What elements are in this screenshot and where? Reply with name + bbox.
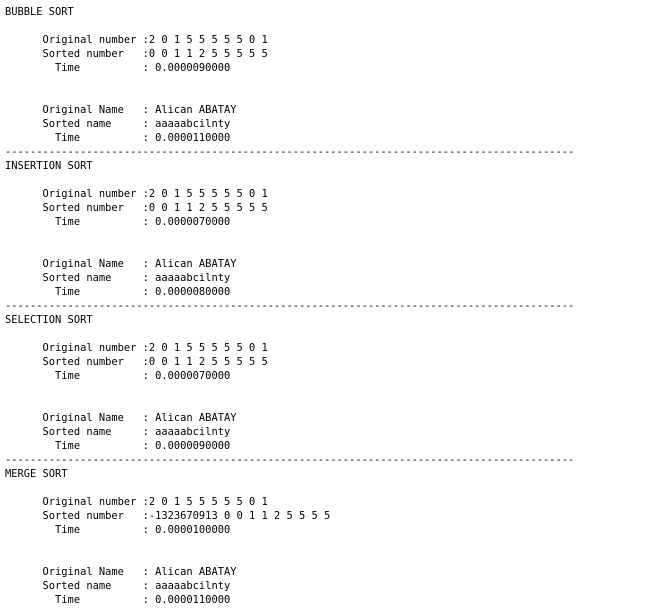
console-line: Sorted number :0 0 1 1 2 5 5 5 5 5: [5, 48, 268, 60]
console-line: Time : 0.0000090000: [5, 62, 231, 74]
console-line: Original Name : Alican ABATAY: [5, 412, 237, 424]
console-line: Original Name : Alican ABATAY: [5, 104, 237, 116]
console-line: Original Name : Alican ABATAY: [5, 258, 237, 270]
section-heading: INSERTION SORT: [5, 160, 93, 172]
console-line: Sorted name : aaaaabcilnty: [5, 118, 231, 130]
console-line: Time : 0.0000070000: [5, 370, 231, 382]
console-line: Sorted name : aaaaabcilnty: [5, 272, 231, 284]
console-line: Time : 0.0000110000: [5, 132, 231, 144]
console-line: Time : 0.0000110000: [5, 594, 231, 606]
section-heading: SELECTION SORT: [5, 314, 93, 326]
console-line: Original number :2 0 1 5 5 5 5 5 0 1: [5, 496, 268, 508]
console-line: Original number :2 0 1 5 5 5 5 5 0 1: [5, 188, 268, 200]
console-line: Sorted number :0 0 1 1 2 5 5 5 5 5: [5, 202, 268, 214]
section-heading: MERGE SORT: [5, 468, 68, 480]
section-heading: BUBBLE SORT: [5, 6, 74, 18]
console-line: Sorted number :0 0 1 1 2 5 5 5 5 5: [5, 356, 268, 368]
console-line: Time : 0.0000080000: [5, 286, 231, 298]
console-line: Original number :2 0 1 5 5 5 5 5 0 1: [5, 342, 268, 354]
console-line: Sorted name : aaaaabcilnty: [5, 580, 231, 592]
separator-line: ----------------------------------------…: [5, 454, 575, 466]
console-line: Original number :2 0 1 5 5 5 5 5 0 1: [5, 34, 268, 46]
console-output: BUBBLE SORT Original number :2 0 1 5 5 5…: [5, 0, 650, 614]
console-line: Sorted name : aaaaabcilnty: [5, 426, 231, 438]
console-line: Sorted number :-1323670913 0 0 1 1 2 5 5…: [5, 510, 331, 522]
console-line: Time : 0.0000070000: [5, 216, 231, 228]
console-line: Original Name : Alican ABATAY: [5, 566, 237, 578]
console-line: Time : 0.0000100000: [5, 524, 231, 536]
console-line: Time : 0.0000090000: [5, 440, 231, 452]
separator-line: ----------------------------------------…: [5, 146, 575, 158]
separator-line: ----------------------------------------…: [5, 300, 575, 312]
